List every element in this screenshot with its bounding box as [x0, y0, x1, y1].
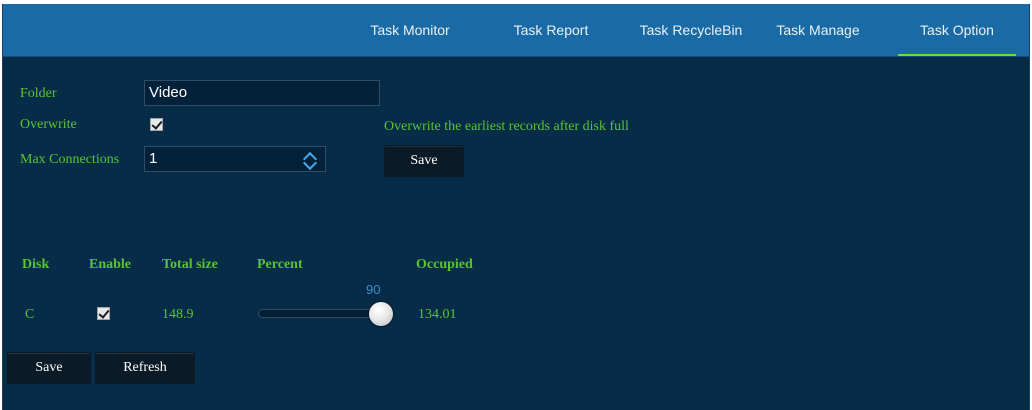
tab-task-option[interactable]: Task Option	[898, 4, 1016, 56]
percent-slider-track[interactable]	[258, 309, 384, 318]
folder-input[interactable]: Video	[144, 80, 380, 106]
max-connections-label: Max Connections	[20, 152, 120, 167]
header-total-size: Total size	[162, 257, 218, 272]
disk-occupied: 134.01	[418, 307, 457, 322]
percent-value: 90	[366, 282, 381, 297]
folder-label: Folder	[20, 86, 57, 101]
overwrite-hint: Overwrite the earliest records after dis…	[384, 119, 629, 134]
save-button[interactable]: Save	[7, 352, 91, 384]
disk-total-size: 148.9	[162, 307, 194, 322]
header-occupied: Occupied	[416, 257, 473, 272]
overwrite-label: Overwrite	[20, 117, 77, 132]
tab-task-recyclebin[interactable]: Task RecycleBin	[625, 4, 757, 56]
header-enable: Enable	[89, 257, 132, 272]
disk-name: C	[25, 307, 35, 322]
max-connections-stepper[interactable]	[302, 148, 318, 171]
top-nav-bar: Task Monitor Task Report Task RecycleBin…	[3, 4, 1029, 57]
refresh-button[interactable]: Refresh	[95, 352, 195, 384]
tab-task-monitor[interactable]: Task Monitor	[365, 4, 455, 56]
header-percent: Percent	[257, 257, 303, 272]
tab-task-report[interactable]: Task Report	[503, 4, 599, 56]
overwrite-checkbox[interactable]	[150, 118, 163, 131]
task-option-window: Task Monitor Task Report Task RecycleBin…	[2, 4, 1030, 410]
tab-task-manage[interactable]: Task Manage	[765, 4, 871, 56]
max-connections-input[interactable]: 1	[144, 146, 326, 172]
save-options-button[interactable]: Save	[384, 145, 464, 177]
disk-enable-checkbox[interactable]	[97, 307, 110, 320]
header-disk: Disk	[22, 257, 50, 272]
slider-knob-icon[interactable]	[369, 302, 393, 326]
